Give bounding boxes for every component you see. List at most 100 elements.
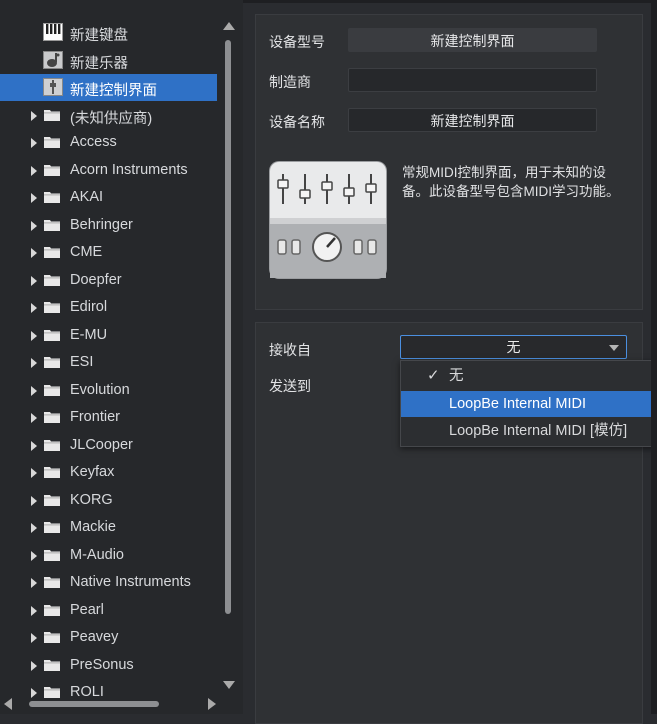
tree-item-label: Peavey <box>70 629 119 645</box>
receive-from-label: 接收自 <box>269 342 311 358</box>
expand-arrow-icon[interactable] <box>31 440 37 451</box>
tree-item-folder[interactable]: Behringer <box>0 212 217 239</box>
tree-item-label: Frontier <box>70 409 120 425</box>
folder-icon <box>44 219 60 231</box>
tree-item-folder[interactable]: Evolution <box>0 377 217 404</box>
tree-item-label: ESI <box>70 354 94 370</box>
expand-arrow-icon[interactable] <box>31 275 37 286</box>
tree-item-label: 新建控制界面 <box>70 83 157 99</box>
manufacturer-label: 制造商 <box>269 74 311 90</box>
expand-arrow-icon[interactable] <box>31 330 37 341</box>
tree-item-folder[interactable]: Pearl <box>0 597 217 624</box>
horizontal-scrollbar[interactable] <box>4 697 216 711</box>
chevron-down-icon <box>609 345 619 351</box>
tree-item-label: E-MU <box>70 326 108 343</box>
tree-item-folder[interactable]: Keyfax <box>0 459 217 486</box>
expand-arrow-icon[interactable] <box>31 220 37 231</box>
expand-arrow-icon[interactable] <box>31 138 37 148</box>
expand-arrow-icon[interactable] <box>31 605 37 616</box>
model-field[interactable]: 新建控制界面 <box>348 28 597 52</box>
device-info-panel: 设备型号 新建控制界面 制造商 设备名称 新建控制界面 常规MIDI控制界面，用… <box>255 14 643 310</box>
scrollbar-thumb[interactable] <box>225 40 231 614</box>
control-surface-image <box>268 160 388 280</box>
tree-item-label: JLCooper <box>70 436 133 453</box>
keyboard-icon <box>43 23 63 42</box>
expand-arrow-icon[interactable] <box>31 303 37 313</box>
tree-item-folder[interactable]: ESI <box>0 349 217 376</box>
folder-icon <box>44 136 60 148</box>
expand-arrow-icon[interactable] <box>31 550 37 561</box>
expand-arrow-icon[interactable] <box>31 248 37 258</box>
expand-arrow-icon[interactable] <box>31 385 37 396</box>
tree-item-folder[interactable]: Doepfer <box>0 267 217 294</box>
tree-item-folder[interactable]: Frontier <box>0 404 217 431</box>
tree-item-folder[interactable]: KORG <box>0 487 217 514</box>
tree-item-folder[interactable]: CME <box>0 239 217 266</box>
tree-item-device[interactable]: 新建键盘 <box>0 19 217 46</box>
expand-arrow-icon[interactable] <box>31 165 37 176</box>
expand-arrow-icon[interactable] <box>31 413 37 423</box>
folder-icon <box>44 109 60 121</box>
tree-item-folder[interactable]: Mackie <box>0 514 217 541</box>
expand-arrow-icon[interactable] <box>31 578 37 588</box>
scroll-down-icon[interactable] <box>223 681 235 689</box>
folder-icon <box>44 466 60 478</box>
tree-item-folder[interactable]: (未知供应商) <box>0 102 217 129</box>
expand-arrow-icon[interactable] <box>31 110 37 121</box>
device-description: 常规MIDI控制界面，用于未知的设备。此设备型号包含MIDI学习功能。 <box>402 165 620 199</box>
folder-icon <box>44 604 60 616</box>
folder-icon <box>44 439 60 451</box>
vertical-scrollbar[interactable] <box>222 22 236 689</box>
scroll-left-icon[interactable] <box>4 698 12 710</box>
tree-item-folder[interactable]: PreSonus <box>0 652 217 679</box>
folder-icon <box>44 274 60 286</box>
tree-item-folder[interactable]: E-MU <box>0 322 217 349</box>
folder-icon <box>44 191 60 203</box>
tree-item-folder[interactable]: JLCooper <box>0 432 217 459</box>
folder-icon <box>44 631 60 643</box>
tree-item-label: Keyfax <box>70 464 115 480</box>
tree-item-folder[interactable]: Peavey <box>0 624 217 651</box>
device-name-field[interactable]: 新建控制界面 <box>348 108 597 132</box>
tree-item-label: PreSonus <box>70 656 134 673</box>
tree-item-device[interactable]: 新建乐器 <box>0 47 217 74</box>
folder-icon <box>44 356 60 368</box>
scroll-right-icon[interactable] <box>208 698 216 710</box>
folder-icon <box>44 164 60 176</box>
folder-icon <box>44 301 60 313</box>
tree-item-label: CME <box>70 244 103 260</box>
tree-item-folder[interactable]: Native Instruments <box>0 569 217 596</box>
checkmark-icon: ✓ <box>427 367 440 384</box>
menu-item-loopbe[interactable]: LoopBe Internal MIDI <box>401 391 657 417</box>
tree-item-folder[interactable]: M-Audio <box>0 542 217 569</box>
folder-icon <box>44 411 60 423</box>
tree-item-label: (未知供应商) <box>70 110 153 127</box>
tree-item-label: Mackie <box>70 519 116 535</box>
tree-item-folder[interactable]: Acorn Instruments <box>0 157 217 184</box>
receive-from-value: 无 <box>506 339 521 355</box>
expand-arrow-icon[interactable] <box>31 523 37 533</box>
menu-item-none[interactable]: ✓ 无 <box>401 363 657 389</box>
tree-item-folder[interactable]: AKAI <box>0 184 217 211</box>
control-surface-icon <box>43 78 63 97</box>
expand-arrow-icon[interactable] <box>31 633 37 643</box>
expand-arrow-icon[interactable] <box>31 468 37 478</box>
tree-item-label: 新建乐器 <box>70 55 128 72</box>
scroll-up-icon[interactable] <box>223 22 235 30</box>
horizontal-scrollbar-thumb[interactable] <box>29 701 159 707</box>
tree-item-label: M-Audio <box>70 546 124 563</box>
manufacturer-field[interactable] <box>348 68 597 92</box>
expand-arrow-icon[interactable] <box>31 495 37 506</box>
expand-arrow-icon[interactable] <box>31 193 37 203</box>
expand-arrow-icon[interactable] <box>31 358 37 368</box>
send-to-label: 发送到 <box>269 378 311 394</box>
expand-arrow-icon[interactable] <box>31 660 37 671</box>
tree-item-folder[interactable]: Access <box>0 129 217 156</box>
receive-from-select[interactable]: 无 <box>400 335 627 359</box>
tree-item-label: Edirol <box>70 299 108 315</box>
tree-item-device[interactable]: 新建控制界面 <box>0 74 217 101</box>
folder-icon <box>44 549 60 561</box>
menu-item-loopbe-emulated[interactable]: LoopBe Internal MIDI [模仿] <box>401 418 657 444</box>
tree-item-label: Pearl <box>70 601 104 618</box>
tree-item-folder[interactable]: Edirol <box>0 294 217 321</box>
